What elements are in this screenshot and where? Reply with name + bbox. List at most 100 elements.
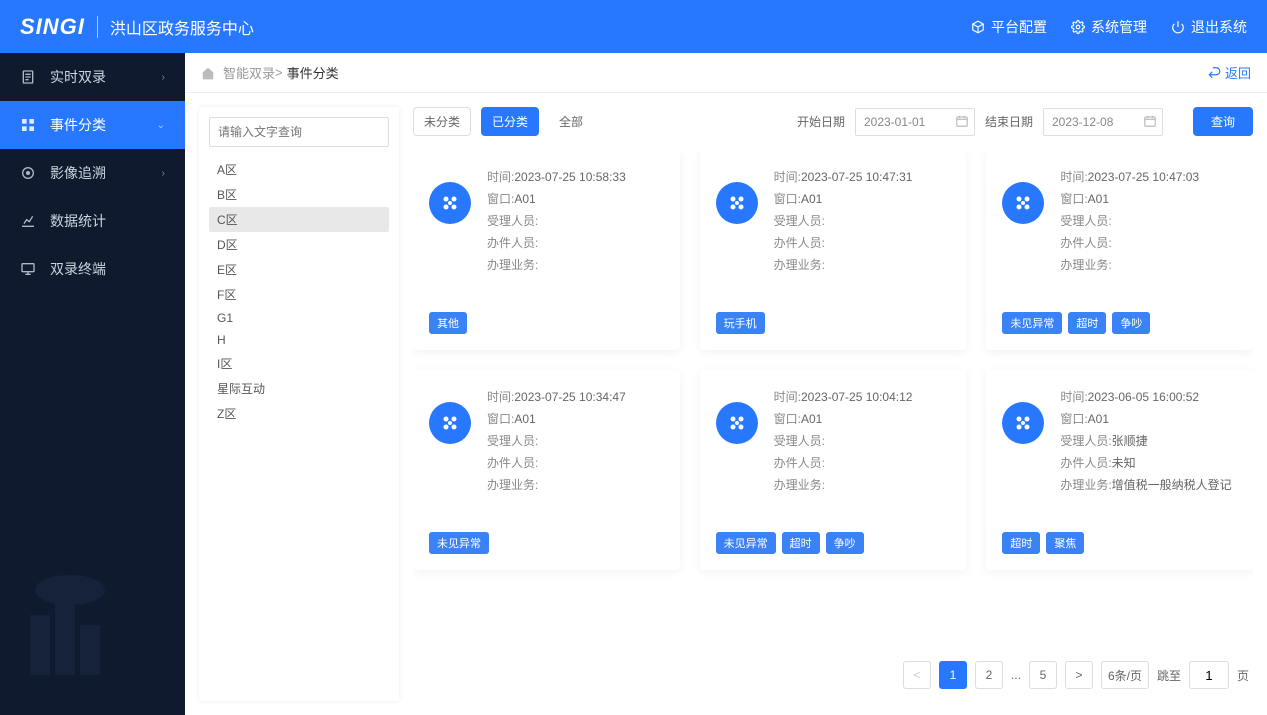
system-manage-label: 系统管理 [1091, 17, 1147, 37]
pagination: < 1 2 ... 5 > 6条/页 跳至 页 [413, 649, 1253, 701]
film-icon [716, 402, 758, 444]
tab-all[interactable]: 全部 [549, 108, 593, 135]
calendar-icon [955, 114, 969, 128]
page-size[interactable]: 6条/页 [1101, 661, 1149, 689]
tag: 未见异常 [1002, 312, 1062, 334]
sidebar-item-label: 事件分类 [50, 115, 106, 135]
event-card[interactable]: 时间:2023-06-05 16:00:52窗口:A01受理人员:张顺捷办件人员… [986, 370, 1253, 570]
chevron-icon: › [162, 72, 165, 83]
end-date-label: 结束日期 [985, 113, 1033, 130]
tag: 超时 [782, 532, 820, 554]
tag-list: 未见异常超时争吵 [1002, 312, 1237, 334]
tag: 其他 [429, 312, 467, 334]
sidebar: 实时双录 › 事件分类 ⌄ 影像追溯› 数据统计双录终端 [0, 53, 185, 715]
tag: 争吵 [826, 532, 864, 554]
tree-item[interactable]: G1 [209, 307, 389, 329]
platform-config-link[interactable]: 平台配置 [971, 17, 1047, 37]
tree-search-input[interactable] [209, 117, 389, 147]
sidebar-item-3[interactable]: 数据统计 [0, 197, 185, 245]
filter-bar: 未分类 已分类 全部 开始日期 结束日期 查询 [413, 107, 1253, 136]
card-info: 时间:2023-07-25 10:47:03窗口:A01受理人员:办件人员:办理… [1060, 166, 1199, 304]
tree-item[interactable]: F区 [209, 282, 389, 307]
page-next[interactable]: > [1065, 661, 1093, 689]
film-icon [1002, 402, 1044, 444]
divider [97, 16, 98, 38]
event-card[interactable]: 时间:2023-07-25 10:04:12窗口:A01受理人员:办件人员:办理… [700, 370, 967, 570]
tab-classified[interactable]: 已分类 [481, 107, 539, 136]
jump-input[interactable] [1189, 661, 1229, 689]
tag: 争吵 [1112, 312, 1150, 334]
back-button[interactable]: 返回 [1207, 63, 1251, 82]
tree-item[interactable]: H [209, 329, 389, 351]
card-info: 时间:2023-07-25 10:58:33窗口:A01受理人员:办件人员:办理… [487, 166, 626, 304]
query-button[interactable]: 查询 [1193, 107, 1253, 136]
tree-panel: A区B区C区D区E区F区G1HI区星际互动Z区 [199, 107, 399, 701]
sidebar-decoration [0, 535, 185, 715]
chevron-icon: ⌄ [157, 120, 165, 131]
event-card[interactable]: 时间:2023-07-25 10:58:33窗口:A01受理人员:办件人员:办理… [413, 150, 680, 350]
sidebar-item-label: 实时双录 [50, 67, 106, 87]
tag: 未见异常 [429, 532, 489, 554]
sidebar-item-4[interactable]: 双录终端 [0, 245, 185, 293]
breadcrumb-current: 事件分类 [287, 63, 339, 82]
event-card[interactable]: 时间:2023-07-25 10:34:47窗口:A01受理人员:办件人员:办理… [413, 370, 680, 570]
jump-suffix: 页 [1237, 667, 1249, 684]
back-label: 返回 [1225, 63, 1251, 82]
tag-list: 未见异常超时争吵 [716, 532, 951, 554]
tag-list: 其他 [429, 312, 664, 334]
tab-unclassified[interactable]: 未分类 [413, 107, 471, 136]
page-last[interactable]: 5 [1029, 661, 1057, 689]
logout-link[interactable]: 退出系统 [1171, 17, 1247, 37]
power-icon [1171, 20, 1185, 34]
tree-item[interactable]: 星际互动 [209, 376, 389, 401]
doc-icon [20, 69, 36, 85]
event-card[interactable]: 时间:2023-07-25 10:47:31窗口:A01受理人员:办件人员:办理… [700, 150, 967, 350]
system-manage-link[interactable]: 系统管理 [1071, 17, 1147, 37]
back-icon [1207, 66, 1221, 80]
page-2[interactable]: 2 [975, 661, 1003, 689]
tag: 超时 [1068, 312, 1106, 334]
tree-item[interactable]: A区 [209, 157, 389, 182]
event-card[interactable]: 时间:2023-07-25 10:47:03窗口:A01受理人员:办件人员:办理… [986, 150, 1253, 350]
logout-label: 退出系统 [1191, 17, 1247, 37]
film-icon [429, 402, 471, 444]
card-grid: 时间:2023-07-25 10:58:33窗口:A01受理人员:办件人员:办理… [413, 150, 1253, 649]
platform-config-label: 平台配置 [991, 17, 1047, 37]
card-info: 时间:2023-07-25 10:47:31窗口:A01受理人员:办件人员:办理… [774, 166, 913, 304]
page-1[interactable]: 1 [939, 661, 967, 689]
tag-list: 未见异常 [429, 532, 664, 554]
header: SINGI 洪山区政务服务中心 平台配置 系统管理 退出系统 [0, 0, 1267, 53]
breadcrumb-sep: > [275, 65, 283, 80]
tree-item[interactable]: D区 [209, 232, 389, 257]
logo: SINGI [20, 14, 85, 40]
gear-icon [1071, 20, 1085, 34]
sidebar-item-label: 双录终端 [50, 259, 106, 279]
sidebar-item-label: 影像追溯 [50, 163, 106, 183]
tree-item[interactable]: E区 [209, 257, 389, 282]
calendar-icon [1143, 114, 1157, 128]
grid-icon [20, 117, 36, 133]
page-ellipsis: ... [1011, 668, 1021, 682]
film-icon [1002, 182, 1044, 224]
monitor-icon [20, 261, 36, 277]
film-icon [716, 182, 758, 224]
tag: 未见异常 [716, 532, 776, 554]
tree-item[interactable]: I区 [209, 351, 389, 376]
card-info: 时间:2023-06-05 16:00:52窗口:A01受理人员:张顺捷办件人员… [1060, 386, 1231, 524]
tree-item[interactable]: Z区 [209, 401, 389, 426]
page-prev[interactable]: < [903, 661, 931, 689]
sidebar-item-1[interactable]: 事件分类 ⌄ [0, 101, 185, 149]
cube-icon [971, 20, 985, 34]
start-date-label: 开始日期 [797, 113, 845, 130]
sidebar-item-2[interactable]: 影像追溯› [0, 149, 185, 197]
film-icon [429, 182, 471, 224]
tree-item[interactable]: C区 [209, 207, 389, 232]
tag-list: 玩手机 [716, 312, 951, 334]
breadcrumb-root[interactable]: 智能双录 [223, 63, 275, 82]
tag: 玩手机 [716, 312, 765, 334]
tree-list: A区B区C区D区E区F区G1HI区星际互动Z区 [209, 157, 389, 426]
sidebar-item-label: 数据统计 [50, 211, 106, 231]
tree-item[interactable]: B区 [209, 182, 389, 207]
sidebar-item-0[interactable]: 实时双录 › [0, 53, 185, 101]
target-icon [20, 165, 36, 181]
